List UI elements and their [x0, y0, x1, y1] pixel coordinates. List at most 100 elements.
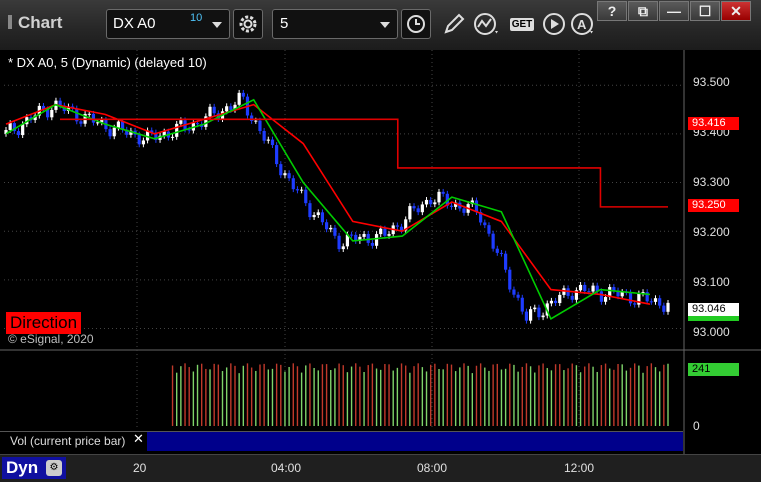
candle-body — [116, 121, 121, 128]
price-tick: 93.100 — [693, 275, 730, 289]
candle-body — [499, 252, 504, 254]
symbol-input[interactable]: DX A0 10 — [106, 9, 230, 39]
ma-price-tag — [688, 316, 739, 321]
candle-body — [449, 205, 454, 207]
candle-body — [395, 225, 399, 227]
candle-body — [8, 123, 12, 130]
help-button[interactable]: ? — [597, 1, 627, 21]
candle-body — [283, 173, 287, 176]
studies-button[interactable] — [472, 9, 502, 39]
candle-body — [179, 120, 183, 124]
candle-body — [412, 206, 416, 209]
candle-body — [549, 300, 554, 304]
minimize-button[interactable]: — — [659, 1, 689, 21]
candle-body — [370, 242, 374, 246]
candle-body — [649, 301, 653, 303]
maximize-button[interactable]: ☐ — [690, 1, 720, 21]
candle-body — [270, 139, 275, 146]
volume-header: Vol (current price bar) — [0, 431, 147, 450]
pencil-icon — [444, 13, 465, 34]
candle-body — [612, 287, 616, 291]
candle-body — [379, 228, 383, 235]
copyright: © eSignal, 2020 — [8, 332, 94, 346]
candle-body — [266, 139, 270, 141]
candle-body — [170, 136, 175, 138]
candle-body — [487, 225, 491, 234]
settings-button[interactable] — [233, 9, 263, 39]
time-tick: 20 — [133, 461, 147, 475]
candle-body — [495, 248, 499, 253]
symbol-value: DX A0 — [113, 15, 156, 32]
price-tick: 93.200 — [693, 225, 730, 239]
chart-title: * DX A0, 5 (Dynamic) (delayed 10) — [8, 55, 207, 70]
candle-body — [141, 140, 145, 145]
candle-body — [108, 129, 112, 137]
candle-body — [312, 215, 316, 218]
interval-select[interactable]: 5 — [272, 9, 398, 39]
candle-body — [316, 212, 320, 216]
time-tick: 08:00 — [417, 461, 448, 475]
gear-icon — [239, 15, 257, 33]
candle-body — [553, 300, 558, 304]
get-button[interactable]: GET — [506, 9, 538, 39]
link-icon[interactable]: ⚙ — [46, 460, 62, 476]
price-tick: 93.300 — [693, 175, 730, 189]
candle-body — [225, 106, 229, 112]
candle-body — [658, 298, 662, 306]
window-grip-icon[interactable] — [8, 15, 12, 29]
candle-body — [516, 294, 520, 298]
candle-body — [275, 145, 279, 165]
close-button[interactable]: ✕ — [721, 1, 751, 21]
candle-body — [524, 311, 529, 321]
stop-price-tag: 93.250 — [688, 199, 739, 212]
candle-body — [533, 307, 537, 310]
dynamic-mode-button[interactable]: Dyn ⚙ — [2, 457, 66, 479]
stop-price-tag: 93.416 — [688, 117, 739, 130]
candle-body — [195, 123, 200, 125]
candle-body — [429, 199, 433, 205]
candle-body — [537, 307, 541, 318]
candle-body — [349, 234, 354, 236]
candle-body — [329, 227, 333, 230]
play-button[interactable] — [539, 9, 569, 39]
candle-body — [337, 235, 341, 250]
candle-body — [628, 292, 633, 304]
candle-body — [491, 233, 495, 249]
play-icon — [543, 13, 565, 35]
price-tick: 93.000 — [693, 325, 730, 339]
fast-ma-line — [5, 98, 651, 320]
candle-body — [208, 106, 212, 117]
time-button[interactable] — [401, 9, 431, 39]
svg-text:A: A — [577, 17, 587, 32]
chevron-down-icon[interactable] — [212, 22, 222, 28]
alert-button[interactable]: A — [568, 9, 598, 39]
link-button[interactable]: ⧉ — [628, 1, 658, 21]
chevron-down-icon[interactable] — [380, 22, 390, 28]
candle-body — [250, 115, 254, 121]
direction-label: Direction — [6, 312, 82, 334]
candle-body — [237, 92, 241, 105]
candle-body — [416, 208, 420, 213]
candle-body — [383, 228, 387, 236]
candle-body — [408, 206, 412, 220]
candle-body — [291, 178, 295, 190]
price-chart[interactable] — [0, 50, 761, 454]
candle-body — [599, 291, 603, 302]
candle-body — [21, 124, 25, 136]
candle-body — [633, 303, 637, 305]
time-tick: 04:00 — [271, 461, 302, 475]
candle-body — [175, 123, 179, 137]
candle-body — [529, 309, 533, 321]
interval-value: 5 — [280, 15, 289, 32]
draw-button[interactable] — [439, 9, 469, 39]
candle-body — [91, 113, 96, 123]
candle-body — [374, 234, 379, 246]
candle-body — [508, 269, 512, 290]
candle-body — [333, 227, 337, 236]
candle-body — [308, 203, 312, 218]
close-icon[interactable]: ✕ — [133, 431, 144, 447]
candle-body — [137, 134, 141, 145]
candle-body — [300, 189, 304, 191]
candle-body — [541, 315, 545, 318]
delay-badge: 10 — [190, 12, 203, 24]
